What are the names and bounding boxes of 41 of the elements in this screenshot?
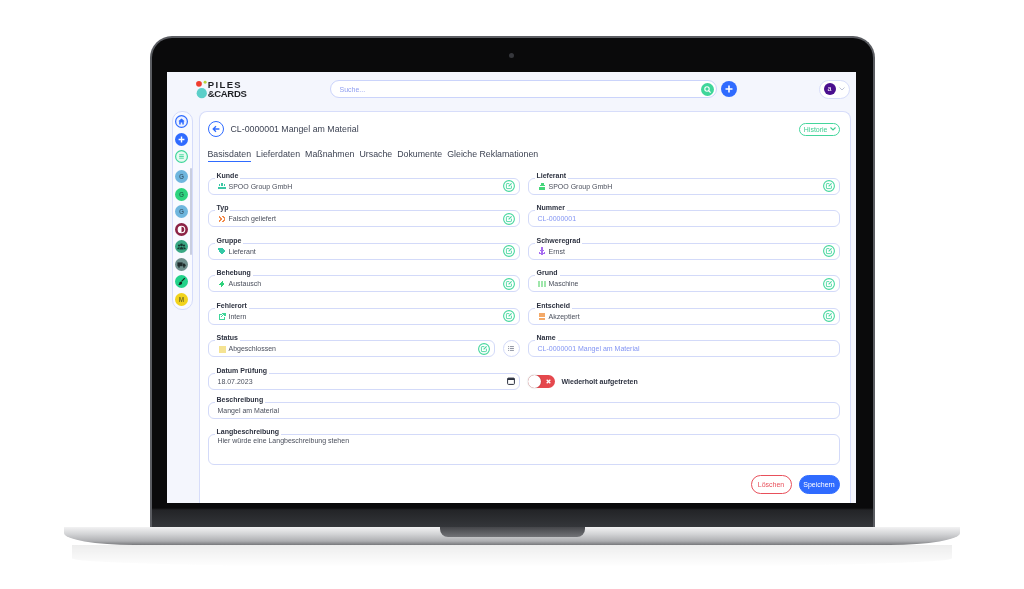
calendar-icon[interactable] — [506, 377, 515, 385]
arrow-left-icon — [211, 125, 220, 133]
add-button[interactable] — [720, 81, 737, 97]
toggle-switch[interactable] — [527, 374, 555, 388]
tab[interactable]: Dokumente — [397, 149, 443, 162]
chevron-down-icon — [838, 87, 845, 91]
tab[interactable]: Basisdaten — [207, 149, 252, 162]
scrollbar[interactable] — [189, 168, 192, 255]
back-button[interactable] — [207, 121, 224, 137]
cross-icon — [545, 378, 551, 384]
list-button[interactable] — [502, 340, 520, 357]
list-icon[interactable] — [175, 150, 188, 163]
logo-text: &CARDS — [207, 89, 247, 99]
brush-icon[interactable] — [175, 275, 188, 288]
edit-icon[interactable] — [502, 180, 515, 192]
search-icon — [703, 85, 711, 93]
edit-icon[interactable] — [822, 180, 835, 192]
tab[interactable]: Ursache — [359, 149, 393, 162]
edit-icon[interactable] — [822, 310, 835, 322]
tab[interactable]: Maßnahmen — [305, 149, 355, 162]
logo-icon — [195, 79, 207, 99]
list-icon — [508, 346, 514, 351]
home-icon[interactable] — [175, 115, 188, 128]
logo-text: PILES — [207, 79, 244, 89]
edit-icon[interactable] — [502, 277, 515, 290]
truck-icon[interactable] — [175, 257, 188, 271]
plus-icon — [724, 85, 733, 93]
edit-icon[interactable] — [822, 277, 835, 290]
plus-icon[interactable] — [175, 132, 188, 146]
edit-icon[interactable] — [502, 245, 515, 257]
edit-icon[interactable] — [477, 342, 490, 355]
edit-icon[interactable] — [502, 212, 515, 225]
chevron-down-icon — [829, 127, 836, 131]
people-icon[interactable] — [175, 240, 188, 253]
record-title: CL-0000001 Mangel am Material — [230, 124, 359, 134]
edit-icon[interactable] — [822, 245, 835, 257]
camera-icon — [508, 52, 514, 58]
edit-icon[interactable] — [502, 310, 515, 322]
contrast-icon[interactable] — [175, 222, 188, 236]
tab[interactable]: Gleiche Reklamationen — [447, 149, 539, 162]
tab[interactable]: Lieferdaten — [256, 149, 301, 162]
